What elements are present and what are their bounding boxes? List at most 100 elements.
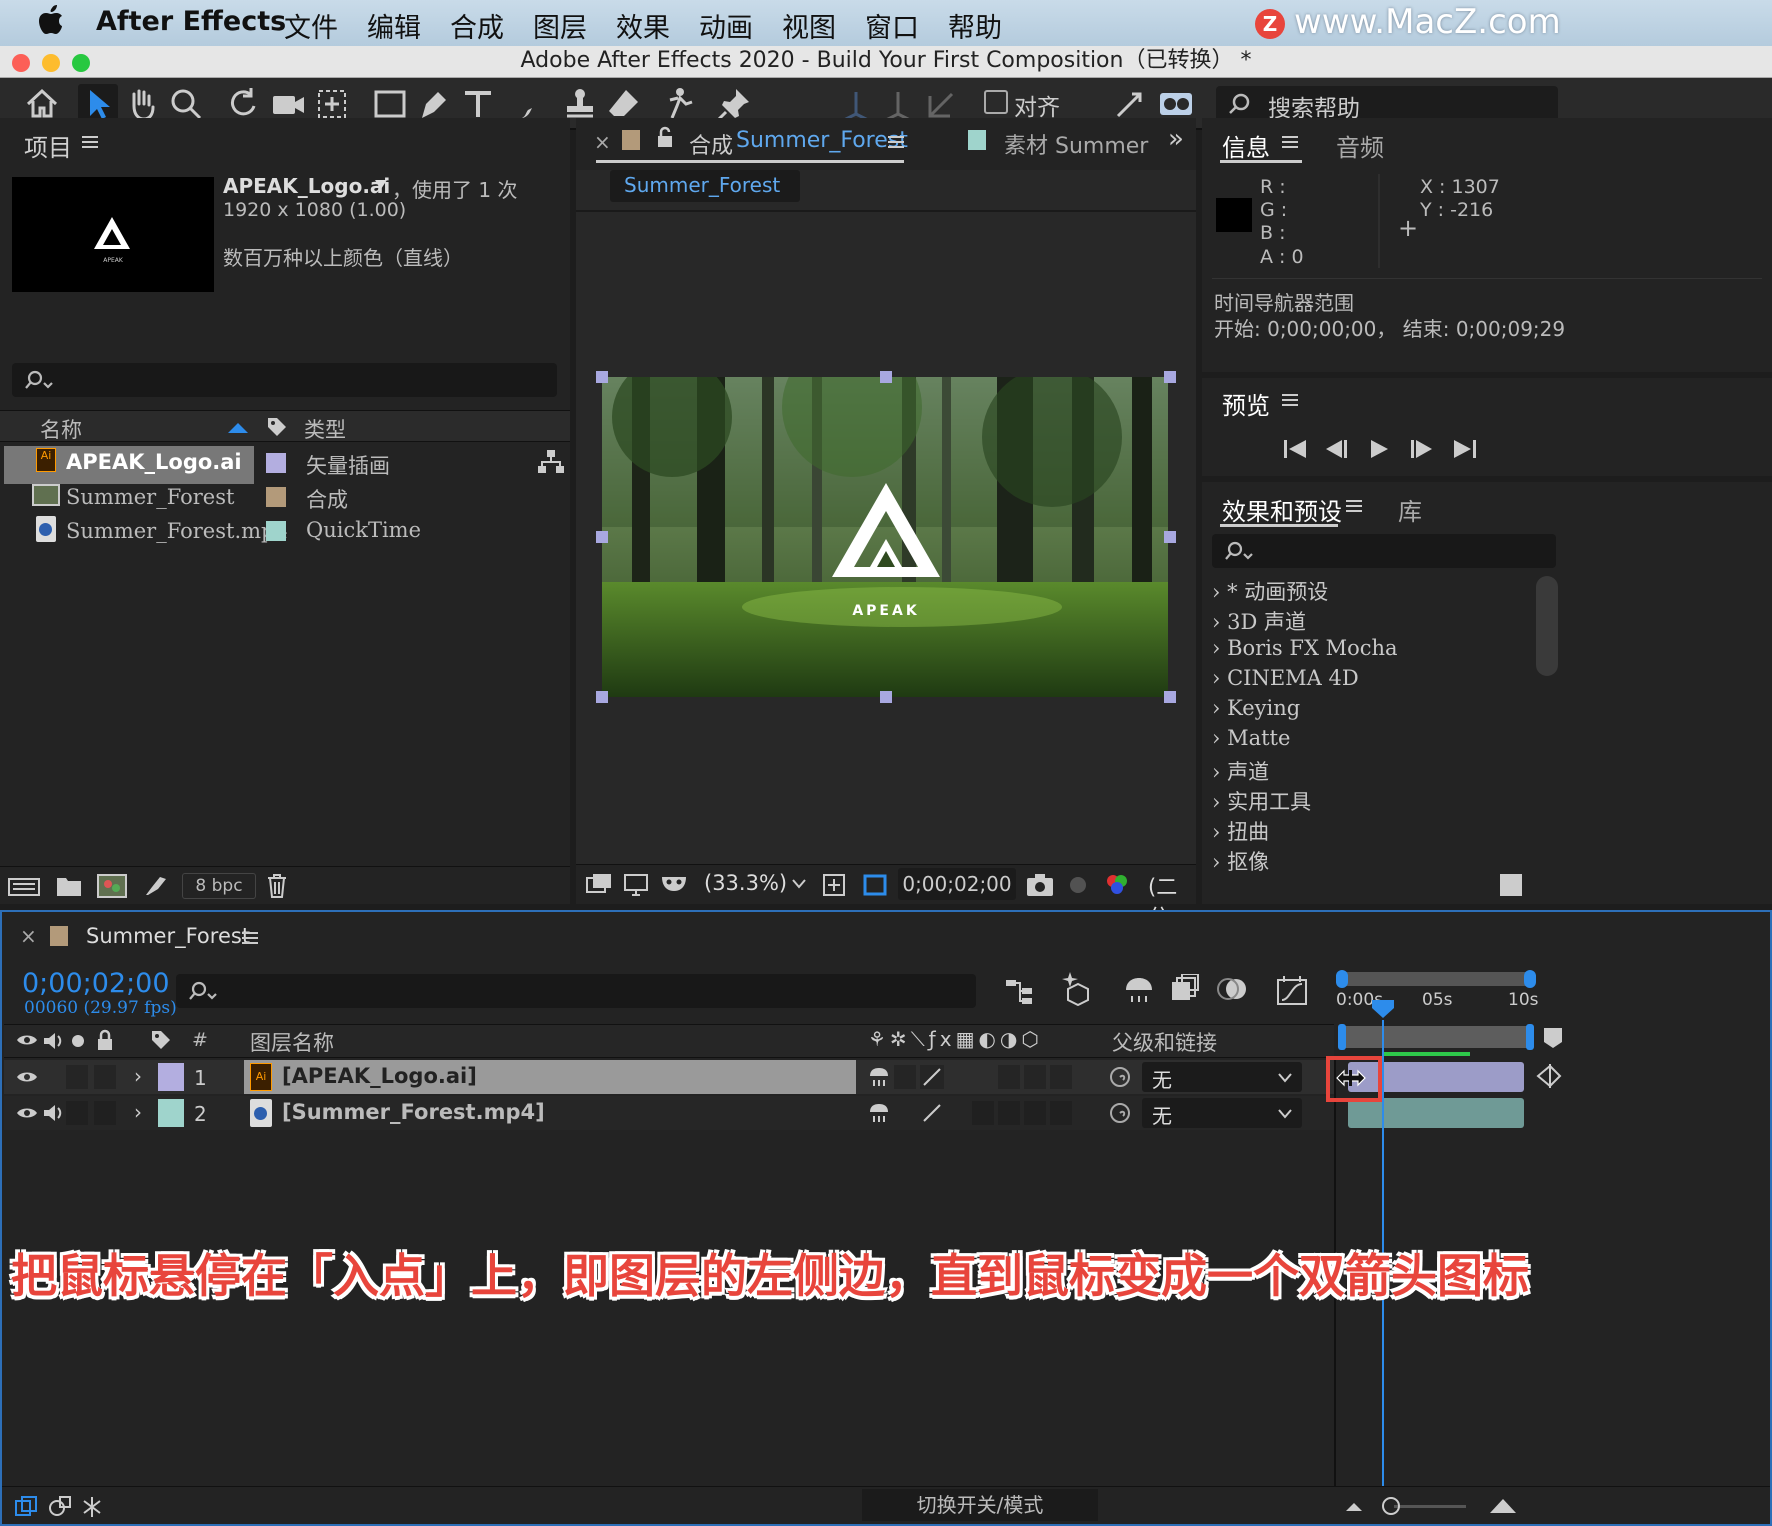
menu-composition[interactable]: 合成 <box>450 6 504 45</box>
last-frame-icon[interactable] <box>1452 438 1478 460</box>
menu-file[interactable]: 文件 <box>284 6 338 45</box>
transform-handle[interactable] <box>596 531 608 543</box>
zoom-slider-thumb[interactable] <box>1382 1497 1400 1515</box>
zoom-in-icon[interactable] <box>1488 1495 1518 1515</box>
expand-chevron-icon[interactable]: › <box>134 1064 142 1088</box>
panel-menu-icon[interactable] <box>1346 500 1362 512</box>
time-navigator-bar[interactable] <box>1338 972 1534 986</box>
next-frame-icon[interactable] <box>1408 438 1434 460</box>
menu-view[interactable]: 视图 <box>782 6 836 45</box>
region-of-interest-icon[interactable] <box>820 871 848 899</box>
pick-whip-icon[interactable] <box>1108 1101 1132 1125</box>
menu-edit[interactable]: 编辑 <box>367 6 421 45</box>
label-color-swatch[interactable] <box>266 521 286 541</box>
transform-handle[interactable] <box>1164 691 1176 703</box>
zoom-out-icon[interactable] <box>1344 1499 1364 1513</box>
work-area-start-handle[interactable] <box>1338 1024 1346 1050</box>
effects-category[interactable]: › * 动画预设 <box>1212 576 1328 606</box>
expand-chevron-icon[interactable]: › <box>134 1100 142 1124</box>
collapse-switch[interactable] <box>894 1065 916 1089</box>
info-tab[interactable]: 信息 <box>1222 128 1270 163</box>
solo-icon[interactable] <box>72 1035 84 1047</box>
label-tag-icon[interactable] <box>266 416 288 438</box>
fx-switch[interactable] <box>972 1101 994 1125</box>
transform-handle[interactable] <box>1164 531 1176 543</box>
effects-category[interactable]: › Boris FX Mocha <box>1212 636 1398 660</box>
motion-blur-switch[interactable] <box>998 1101 1020 1125</box>
comp-tab-name[interactable]: Summer_Forest <box>736 128 908 153</box>
transform-handle[interactable] <box>880 371 892 383</box>
parent-dropdown[interactable]: 无 <box>1142 1098 1302 1128</box>
work-area-end-handle[interactable] <box>1526 1024 1534 1050</box>
effects-category[interactable]: › 扭曲 <box>1212 816 1269 846</box>
eye-icon[interactable] <box>16 1104 38 1122</box>
label-color-swatch[interactable] <box>158 1099 184 1127</box>
eye-icon[interactable] <box>16 1068 38 1086</box>
label-tag-icon[interactable] <box>150 1029 172 1051</box>
table-row[interactable]: › 1 Ai [APEAK_Logo.ai] 无 <box>4 1060 1334 1094</box>
in-out-duration-pane-icon[interactable] <box>80 1495 104 1519</box>
panel-resize-icon[interactable] <box>1500 874 1522 896</box>
comp-marker-bin-icon[interactable] <box>1542 1026 1564 1050</box>
lock-icon[interactable] <box>96 1029 114 1051</box>
show-snapshot-icon[interactable] <box>1064 873 1092 897</box>
current-time-field[interactable]: 0;00;02;00 <box>898 868 1016 900</box>
effects-category[interactable]: › CINEMA 4D <box>1212 666 1359 690</box>
menu-help[interactable]: 帮助 <box>948 6 1002 45</box>
new-folder-icon[interactable] <box>56 875 82 897</box>
eye-icon[interactable] <box>16 1031 38 1049</box>
panel-menu-icon[interactable] <box>1282 394 1298 406</box>
audio-tab[interactable]: 音频 <box>1336 128 1384 163</box>
footage-tab[interactable]: 素材 Summer <box>1004 128 1148 160</box>
close-tab-icon[interactable]: × <box>20 924 37 948</box>
layer-switches-pane-icon[interactable] <box>14 1495 38 1519</box>
column-type-header[interactable]: 类型 <box>304 414 346 444</box>
selected-item-name[interactable]: APEAK_Logo.ai <box>223 174 390 198</box>
timeline-current-time[interactable]: 0;00;02;00 <box>22 968 170 999</box>
transparency-grid-icon[interactable] <box>860 871 890 899</box>
transfer-controls-pane-icon[interactable] <box>48 1495 72 1519</box>
layer-marker-icon[interactable] <box>1536 1062 1562 1090</box>
menu-animation[interactable]: 动画 <box>699 6 753 45</box>
effects-tab[interactable]: 效果和预设 <box>1222 492 1342 527</box>
graph-editor-icon[interactable] <box>1276 974 1308 1006</box>
motion-blur-icon[interactable] <box>1216 974 1248 1004</box>
panel-menu-icon[interactable] <box>888 136 904 148</box>
layer-search-input[interactable] <box>176 974 976 1008</box>
adjustment-switch[interactable] <box>1024 1065 1046 1089</box>
column-parent-header[interactable]: 父级和链接 <box>1112 1027 1217 1057</box>
adjustment-switch[interactable] <box>1024 1101 1046 1125</box>
preview-tab[interactable]: 预览 <box>1222 386 1270 421</box>
panel-menu-icon[interactable] <box>82 136 98 148</box>
transform-handle[interactable] <box>1164 371 1176 383</box>
close-window-button[interactable] <box>12 54 30 72</box>
label-color-swatch[interactable] <box>266 487 286 507</box>
chevron-down-icon[interactable] <box>792 879 806 889</box>
label-color-swatch[interactable] <box>158 1063 184 1091</box>
mask-visibility-icon[interactable] <box>660 873 690 897</box>
draft-3d-icon[interactable] <box>1060 970 1096 1006</box>
always-preview-icon[interactable] <box>586 873 612 897</box>
layer-name[interactable]: [Summer_Forest.mp4] <box>282 1100 545 1124</box>
flowchart-icon[interactable] <box>538 450 564 474</box>
list-item[interactable]: Summer_Forest.mp4 QuickTime <box>4 514 536 552</box>
trash-icon[interactable] <box>266 873 288 899</box>
previous-frame-icon[interactable] <box>1324 438 1350 460</box>
project-search-input[interactable] <box>12 363 557 397</box>
comp-mini-flowchart-icon[interactable] <box>1004 976 1036 1008</box>
transform-handle[interactable] <box>880 691 892 703</box>
audio-icon[interactable] <box>42 1103 64 1123</box>
timeline-tab-name[interactable]: Summer_Forest <box>86 924 250 948</box>
3d-switch[interactable] <box>1050 1101 1072 1125</box>
channel-rgb-icon[interactable] <box>1104 871 1130 899</box>
effects-category[interactable]: › 3D 声道 <box>1212 606 1306 636</box>
menu-layer[interactable]: 图层 <box>533 6 587 45</box>
effects-category[interactable]: › 实用工具 <box>1212 786 1311 816</box>
render-queue-icon[interactable] <box>142 873 168 899</box>
quality-switch-icon[interactable] <box>920 1101 944 1125</box>
zoom-level-select[interactable]: (33.3%) <box>704 871 787 895</box>
parent-dropdown[interactable]: 无 <box>1142 1062 1302 1092</box>
lock-toggle[interactable] <box>94 1065 116 1089</box>
time-navigator-end-handle[interactable] <box>1524 970 1536 988</box>
shy-switch-icon[interactable] <box>868 1102 890 1124</box>
